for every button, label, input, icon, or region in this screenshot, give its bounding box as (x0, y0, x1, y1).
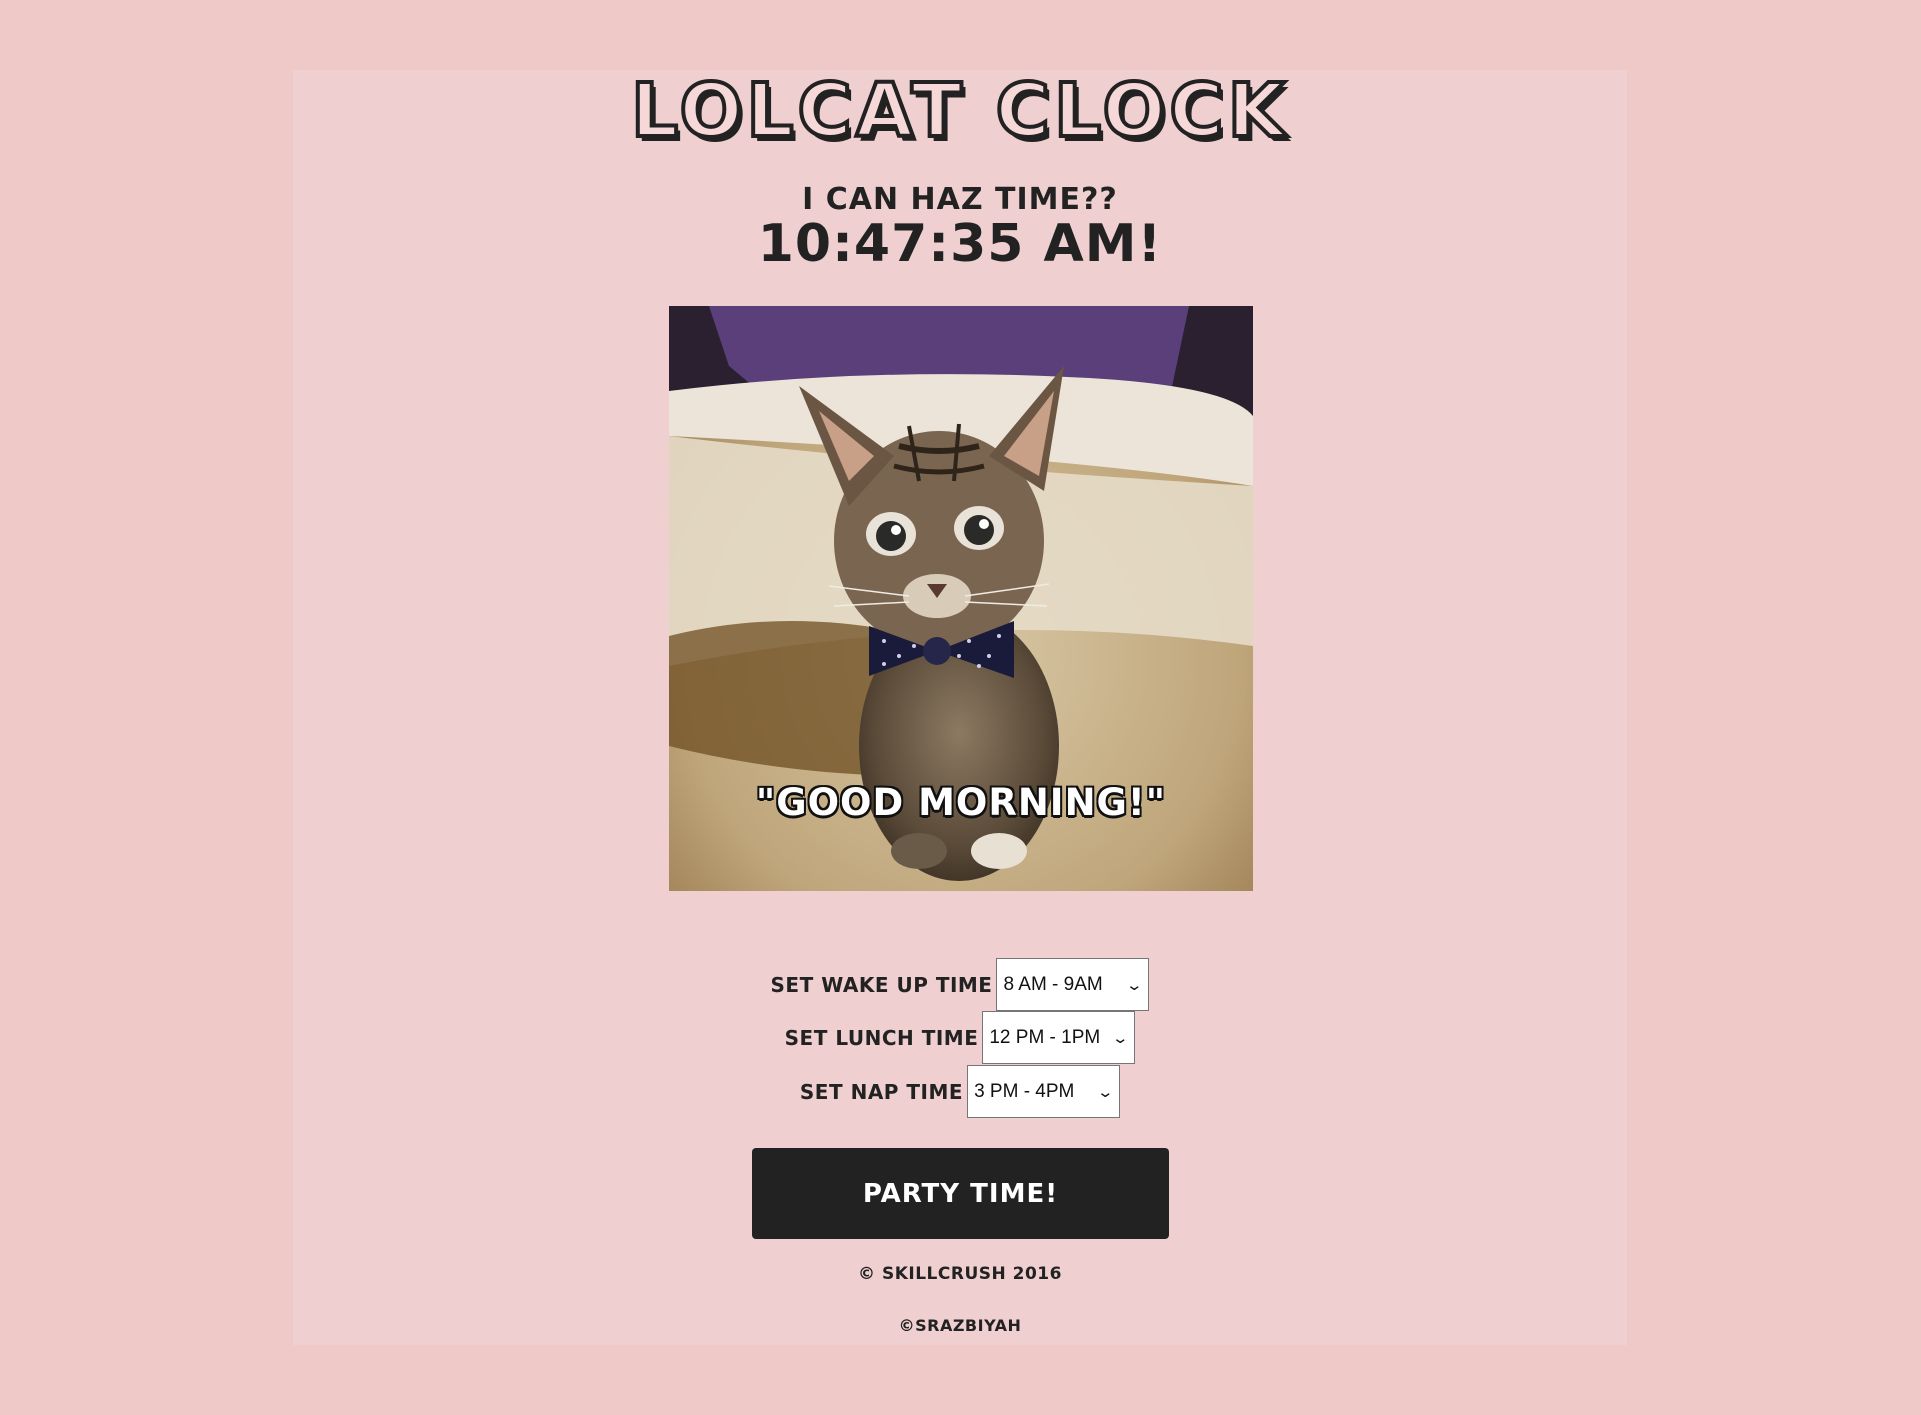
lunch-value: 12 PM - 1PM (989, 1026, 1101, 1048)
nap-label: SET NAP TIME (799, 1079, 964, 1104)
nap-row: SET NAP TIME 3 PM - 4PM ⌄ (293, 1065, 1627, 1118)
wake-up-select[interactable]: 8 AM - 9AM ⌄ (996, 958, 1150, 1011)
wake-up-label: SET WAKE UP TIME (770, 972, 993, 997)
main-panel: LOLCAT CLOCK I CAN HAZ TIME?? 10:47:35 A… (293, 70, 1627, 1345)
wake-up-row: SET WAKE UP TIME 8 AM - 9AM ⌄ (293, 958, 1627, 1011)
lolcat-image: "GOOD MORNING!" (669, 306, 1253, 891)
chevron-down-icon: ⌄ (1095, 1083, 1114, 1101)
clock-time: 10:47:35 AM! (757, 214, 1163, 274)
nap-value: 3 PM - 4PM (974, 1080, 1075, 1102)
nap-select[interactable]: 3 PM - 4PM ⌄ (967, 1065, 1121, 1118)
lunch-select[interactable]: 12 PM - 1PM ⌄ (982, 1011, 1136, 1064)
chevron-down-icon: ⌄ (1111, 1029, 1129, 1047)
copyright-text: © SKILLCRUSH 2016 (858, 1264, 1062, 1284)
wake-up-value: 8 AM - 9AM (1003, 973, 1103, 995)
party-time-button[interactable]: PARTY TIME! (752, 1148, 1169, 1239)
chevron-down-icon: ⌄ (1125, 976, 1143, 994)
lunch-row: SET LUNCH TIME 12 PM - 1PM ⌄ (293, 1011, 1627, 1064)
author-text: ©SRAZBIYAH (898, 1316, 1022, 1335)
image-caption: "GOOD MORNING!" (755, 781, 1167, 824)
lunch-label: SET LUNCH TIME (784, 1025, 979, 1050)
page-title: LOLCAT CLOCK (629, 68, 1290, 154)
clock-subtitle: I CAN HAZ TIME?? (802, 182, 1118, 217)
